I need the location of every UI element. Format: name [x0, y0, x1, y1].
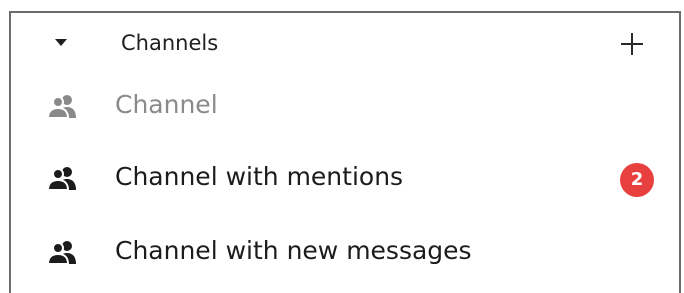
group-icon [47, 93, 81, 119]
plus-icon [621, 33, 643, 55]
channel-label: Channel with new messages [115, 236, 472, 265]
group-icon [47, 239, 81, 265]
mention-count-badge: 2 [620, 163, 654, 197]
channel-label: Channel [115, 90, 218, 119]
channel-item-new-messages[interactable]: Channel with new messages [11, 217, 679, 287]
channels-panel: Channels Channel Channel with mentions 2… [9, 11, 681, 293]
section-title: Channels [121, 31, 219, 55]
channel-label: Channel with mentions [115, 162, 404, 191]
channels-section-header[interactable]: Channels [11, 13, 679, 73]
channel-item-mentions[interactable]: Channel with mentions 2 [11, 143, 679, 213]
group-icon [47, 165, 81, 191]
add-channel-button[interactable] [617, 29, 647, 59]
channel-item-channel[interactable]: Channel [11, 71, 679, 141]
caret-down-icon[interactable] [55, 39, 67, 46]
